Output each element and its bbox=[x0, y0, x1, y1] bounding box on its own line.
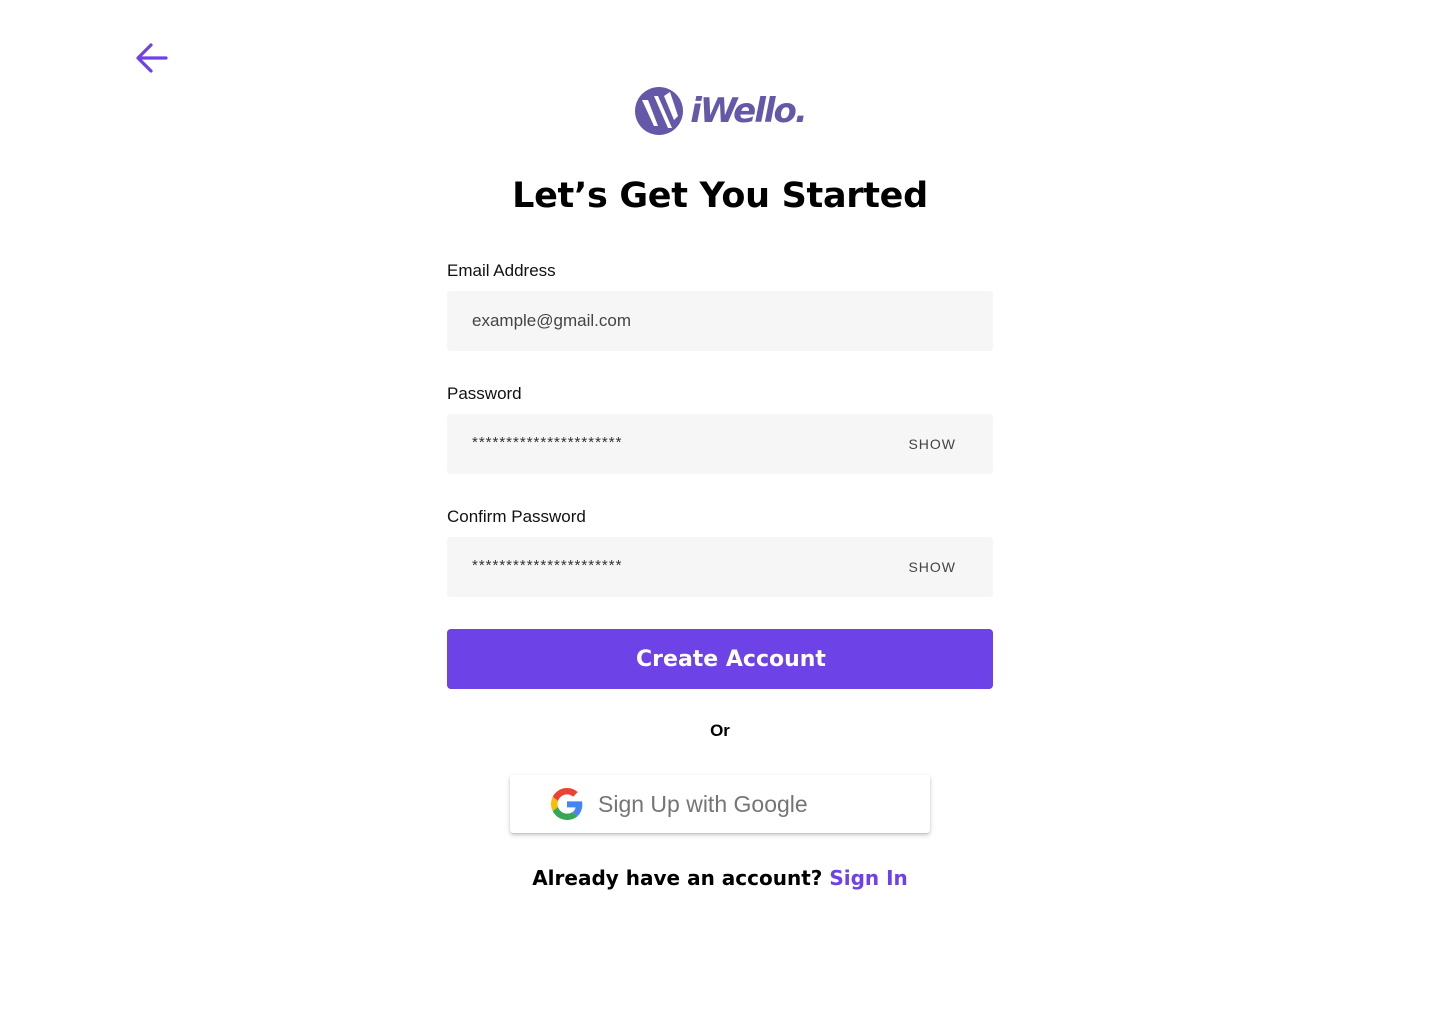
password-field[interactable]: ********************** SHOW bbox=[447, 414, 993, 474]
confirm-password-field[interactable]: ********************** SHOW bbox=[447, 537, 993, 597]
google-signup-button[interactable]: Sign Up with Google bbox=[510, 775, 930, 833]
page-title: Let’s Get You Started bbox=[512, 176, 928, 216]
google-signup-label: Sign Up with Google bbox=[598, 790, 808, 817]
confirm-password-label: Confirm Password bbox=[447, 507, 586, 526]
confirm-password-show-toggle[interactable]: SHOW bbox=[908, 537, 956, 597]
signup-form: Email Address example@gmail.com Password… bbox=[447, 260, 993, 629]
brand-name: iWello. bbox=[690, 91, 808, 131]
signin-prompt: Already have an account? Sign In bbox=[0, 866, 1440, 890]
password-value: ********************** bbox=[472, 433, 623, 451]
signup-page: iWello. Let’s Get You Started Email Addr… bbox=[0, 0, 1440, 1024]
password-show-toggle[interactable]: SHOW bbox=[908, 414, 956, 474]
back-button[interactable] bbox=[132, 38, 172, 78]
email-field[interactable]: example@gmail.com bbox=[447, 291, 993, 351]
password-label: Password bbox=[447, 384, 522, 403]
brand-logo: iWello. bbox=[0, 86, 1440, 136]
iwello-logo-icon bbox=[635, 87, 684, 135]
signin-question: Already have an account? bbox=[532, 866, 830, 890]
arrow-left-icon bbox=[136, 43, 168, 73]
or-divider: Or bbox=[710, 721, 730, 740]
confirm-password-value: ********************** bbox=[472, 556, 623, 574]
create-account-button[interactable]: Create Account bbox=[447, 629, 993, 689]
email-label: Email Address bbox=[447, 261, 556, 280]
google-g-icon bbox=[551, 788, 583, 820]
signin-link[interactable]: Sign In bbox=[829, 866, 907, 890]
email-placeholder: example@gmail.com bbox=[472, 311, 631, 330]
